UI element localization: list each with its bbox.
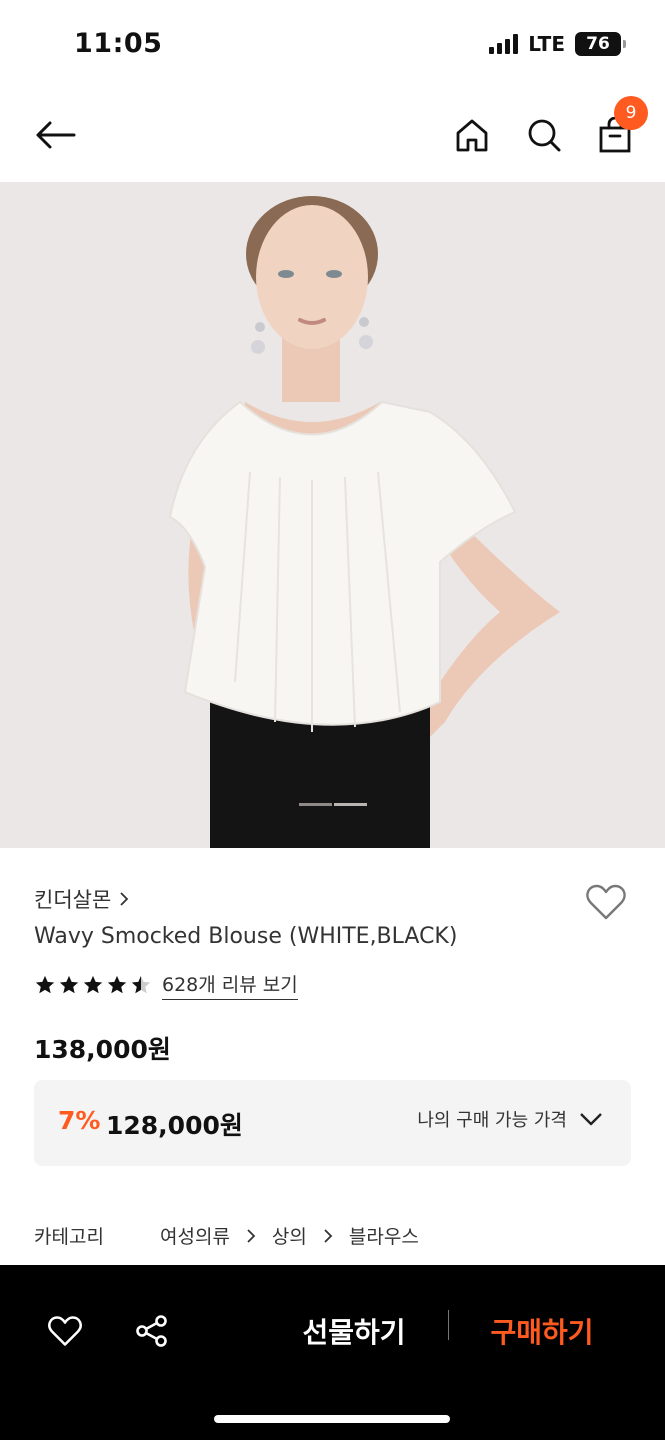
product-title: Wavy Smocked Blouse (WHITE,BLACK) [34,924,458,949]
star-icon [107,975,127,994]
brand-name: 킨더살몬 [34,888,112,912]
star-icon [59,975,79,994]
star-icon [83,975,103,994]
category-label: 카테고리 [34,1226,104,1248]
heart-icon [586,884,626,920]
home-indicator [214,1415,450,1423]
star-icon [35,975,55,994]
divider [448,1310,449,1340]
chevron-right-icon [120,892,129,906]
network-label: LTE [528,32,565,56]
gift-button[interactable]: 선물하기 [282,1305,426,1357]
battery-icon: 76 [575,32,626,56]
top-nav: 9 [0,90,665,182]
cart-button[interactable]: 9 [590,96,648,160]
chevron-right-icon [323,1228,333,1244]
my-price-toggle[interactable]: 나의 구매 가능 가격 [417,1106,603,1132]
star-half-icon [131,975,151,994]
chevron-right-icon [246,1228,256,1244]
buy-button[interactable]: 구매하기 [470,1305,614,1357]
share-button[interactable] [126,1305,178,1357]
pagination-dot-active [299,803,332,806]
original-price: 138,000원 [34,1035,171,1064]
signal-icon [489,34,519,54]
battery-level: 76 [586,34,610,54]
bottom-action-bar: 선물하기 구매하기 [0,1265,665,1440]
image-pagination [299,803,367,806]
breadcrumb-item[interactable]: 여성의류 [160,1222,230,1249]
discount-rate: 7% [58,1106,101,1135]
chevron-down-icon [580,1113,602,1126]
back-button[interactable] [30,110,80,160]
status-bar: 11:05 LTE 76 [0,0,665,90]
breadcrumb-item[interactable]: 블라우스 [349,1222,419,1249]
price-box: 7% 128,000원 나의 구매 가능 가격 [34,1080,631,1166]
rating-row: 628개 리뷰 보기 [34,970,298,1000]
home-icon [456,119,488,152]
wishlist-button[interactable] [582,880,630,924]
breadcrumb-item[interactable]: 상의 [272,1222,307,1249]
brand-link[interactable]: 킨더살몬 [34,884,129,914]
model-photo [0,182,665,848]
home-button[interactable] [447,110,497,160]
sale-price: 128,000원 [106,1111,243,1140]
search-icon [528,119,561,152]
star-rating [34,974,152,996]
breadcrumb: 여성의류 상의 블라우스 [160,1222,419,1249]
status-time: 11:05 [74,28,163,59]
pagination-dot [334,803,367,806]
review-link[interactable]: 628개 리뷰 보기 [162,970,298,1000]
product-image[interactable] [0,182,665,848]
arrow-left-icon [36,121,76,149]
share-icon [136,1315,167,1347]
heart-icon [48,1316,82,1346]
status-indicators: LTE 76 [489,32,626,56]
bottom-wishlist-button[interactable] [39,1305,91,1357]
category-row: 카테고리 여성의류 상의 블라우스 [34,1222,419,1249]
search-button[interactable] [519,110,569,160]
cart-count-badge: 9 [614,96,648,130]
my-price-label: 나의 구매 가능 가격 [417,1110,567,1131]
